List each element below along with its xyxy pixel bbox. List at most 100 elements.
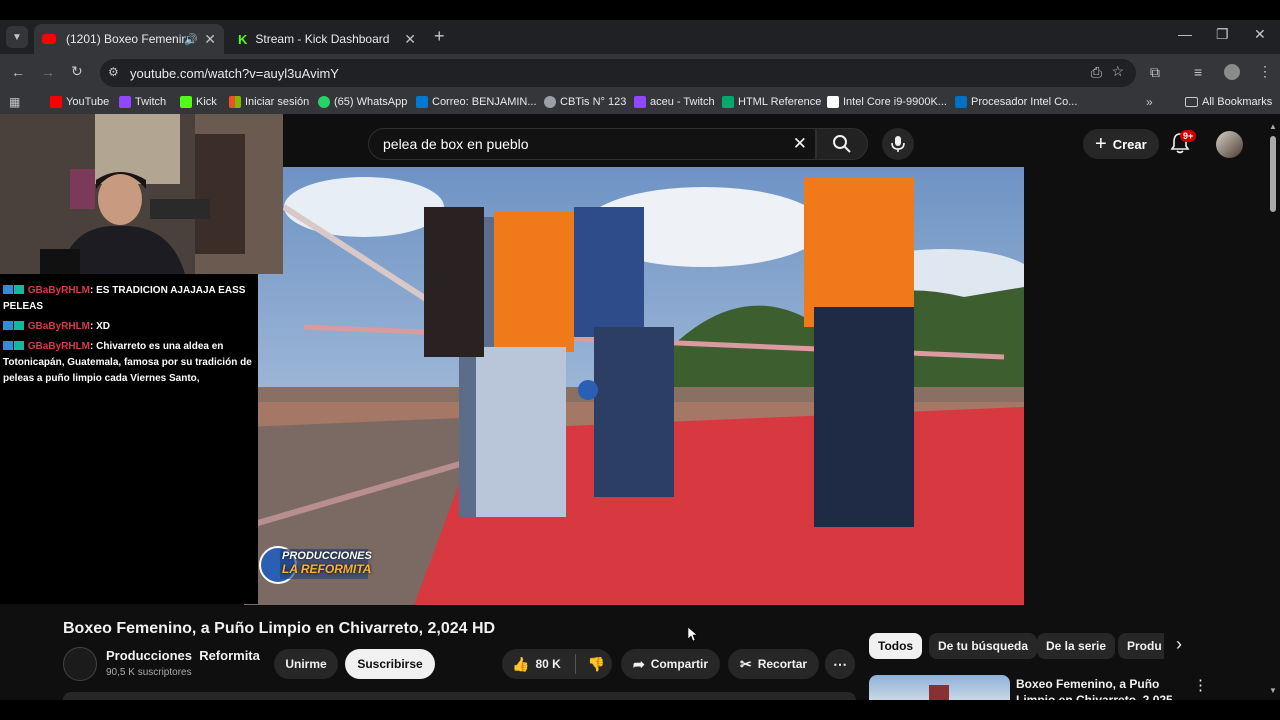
share-label: Compartir [650, 657, 709, 671]
bookmark-mail[interactable]: Correo: BENJAMIN... [416, 96, 537, 108]
menu-icon[interactable]: ⋮ [1258, 63, 1272, 80]
watermark-text: PRODUCCIONES LA REFORMITA [282, 550, 372, 576]
restore-icon[interactable]: ❐ [1216, 26, 1229, 43]
chat-username: GBaByRHLM [27, 285, 91, 296]
bookmark-star-icon[interactable]: ☆ [1111, 63, 1124, 80]
voice-search-button[interactable] [882, 128, 914, 160]
chip-from-series[interactable]: De la serie [1037, 633, 1116, 659]
kick-icon [180, 96, 192, 108]
bookmark-aceu[interactable]: aceu - Twitch [634, 96, 715, 108]
tab-search-icon[interactable]: ▼ [6, 26, 28, 48]
intel-icon [955, 96, 967, 108]
channel-avatar[interactable] [63, 647, 97, 681]
scroll-thumb[interactable] [1270, 136, 1276, 212]
chat-username: GBaByRHLM [27, 321, 91, 332]
bookmark-kick[interactable]: Kick [180, 96, 217, 108]
all-bookmarks[interactable]: All Bookmarks [1185, 96, 1272, 108]
page-scrollbar[interactable]: ▲ ▼ [1268, 122, 1278, 700]
search-input[interactable]: pelea de box en pueblo ✕ [368, 128, 816, 160]
like-dislike-group: 👍 80 K 👎 [502, 649, 612, 679]
bookmark-login[interactable]: Iniciar sesión [229, 96, 309, 108]
tab-title: (1201) Boxeo Femenino, a P [66, 32, 186, 46]
media-control-icon[interactable]: ≡ [1194, 64, 1202, 80]
chip-produ[interactable]: Produ [1118, 633, 1164, 659]
scroll-up-icon[interactable]: ▲ [1269, 122, 1277, 131]
clear-search-icon[interactable]: ✕ [793, 134, 807, 154]
description-box[interactable] [63, 692, 856, 700]
close-tab-icon[interactable]: ✕ [404, 31, 416, 48]
bookmark-html-reference[interactable]: HTML Reference [722, 96, 821, 108]
forward-icon[interactable]: → [41, 64, 55, 80]
more-actions-button[interactable]: ⋯ [825, 649, 855, 679]
webcam-image [0, 114, 283, 274]
bookmark-whatsapp[interactable]: (65) WhatsApp [318, 96, 407, 108]
chips-next-icon[interactable]: › [1176, 634, 1182, 655]
create-label: Crear [1112, 136, 1147, 152]
share-button[interactable]: ➦ Compartir [621, 649, 720, 679]
video-player[interactable]: PRODUCCIONES LA REFORMITA [244, 167, 1024, 605]
clip-button[interactable]: ✂ Recortar [728, 649, 819, 679]
speaker-icon[interactable]: 🔊 [184, 33, 198, 46]
thumb-up-icon: 👍 [512, 655, 530, 672]
bookmark-cbtis[interactable]: CBTis N° 123 [544, 96, 626, 108]
related-video-thumbnail[interactable] [869, 675, 1010, 700]
subscriber-count: 90,5 K suscriptores [106, 667, 192, 678]
profile-avatar[interactable] [1224, 64, 1240, 80]
notifications-button[interactable]: 9+ [1170, 130, 1197, 156]
chip-all[interactable]: Todos [869, 633, 923, 659]
more-bookmarks-icon[interactable]: » [1146, 95, 1153, 109]
tab-kick-dashboard[interactable]: K Stream - Kick Dashboard ✕ [230, 24, 424, 54]
tab-youtube[interactable]: (1201) Boxeo Femenino, a P 🔊 ✕ [34, 24, 224, 54]
badge-icon [14, 285, 24, 294]
chat-message: GBaByRHLM: XD [3, 319, 255, 335]
join-button[interactable]: Unirme [274, 649, 338, 679]
mouse-cursor-icon [688, 627, 698, 641]
like-count: 80 K [535, 657, 561, 671]
chat-message: GBaByRHLM: Chivarreto es una aldea en To… [3, 339, 255, 387]
like-button[interactable]: 👍 80 K [512, 656, 561, 673]
install-app-icon[interactable]: ⎙ [1091, 64, 1102, 81]
scissors-icon: ✂ [739, 655, 752, 672]
related-more-icon[interactable]: ⋮ [1193, 676, 1208, 694]
microsoft-icon [229, 96, 241, 108]
bookmark-youtube[interactable]: YouTube [50, 96, 109, 108]
twitch-icon [119, 96, 131, 108]
chat-message: GBaByRHLM: ES TRADICION AJAJAJA EASS PEL… [3, 283, 255, 315]
chip-label: Produ [1127, 639, 1162, 653]
close-tab-icon[interactable]: ✕ [204, 31, 216, 48]
bookmark-intel-processor[interactable]: Procesador Intel Co... [955, 96, 1077, 108]
share-icon: ➦ [632, 655, 645, 672]
minimize-icon[interactable]: — [1178, 26, 1192, 42]
channel-name[interactable]: Producciones Reformita [106, 648, 260, 663]
back-icon[interactable]: ← [11, 64, 25, 80]
video-title: Boxeo Femenino, a Puño Limpio en Chivarr… [63, 620, 496, 637]
globe-icon [544, 96, 556, 108]
search-query: pelea de box en pueblo [383, 136, 529, 152]
address-bar[interactable]: ⚙ youtube.com/watch?v=auyl3uAvimY ⎙ ☆ [100, 59, 1136, 87]
account-avatar[interactable] [1216, 131, 1243, 158]
badge-icon [3, 285, 13, 294]
badge-icon [14, 341, 24, 350]
reload-icon[interactable]: ↻ [71, 63, 83, 80]
chip-from-search[interactable]: De tu búsqueda [929, 633, 1038, 659]
apps-grid-icon[interactable]: ▦ [9, 95, 20, 109]
search-button[interactable] [816, 128, 868, 160]
site-info-icon[interactable]: ⚙ [108, 65, 119, 79]
new-tab-icon[interactable]: + [434, 26, 445, 47]
amazon-icon [827, 96, 839, 108]
related-video-title[interactable]: Boxeo Femenino, a Puño Limpio en Chivarr… [1016, 676, 1186, 700]
bookmark-twitch[interactable]: Twitch [119, 96, 166, 108]
thumb-down-icon[interactable]: 👎 [588, 656, 605, 673]
create-button[interactable]: + Crear [1083, 129, 1159, 159]
extensions-icon[interactable]: ⧉ [1150, 64, 1160, 81]
chat-username: GBaByRHLM [27, 341, 91, 352]
notification-badge: 9+ [1180, 130, 1197, 142]
bookmark-intel-core[interactable]: Intel Core i9-9900K... [827, 96, 947, 108]
youtube-favicon-icon [42, 34, 56, 44]
close-window-icon[interactable]: ✕ [1254, 26, 1266, 43]
scroll-down-icon[interactable]: ▼ [1269, 686, 1277, 695]
url-text: youtube.com/watch?v=auyl3uAvimY [130, 65, 339, 81]
subscribe-button[interactable]: Suscribirse [345, 649, 435, 679]
badge-icon [14, 321, 24, 330]
divider [574, 654, 576, 674]
